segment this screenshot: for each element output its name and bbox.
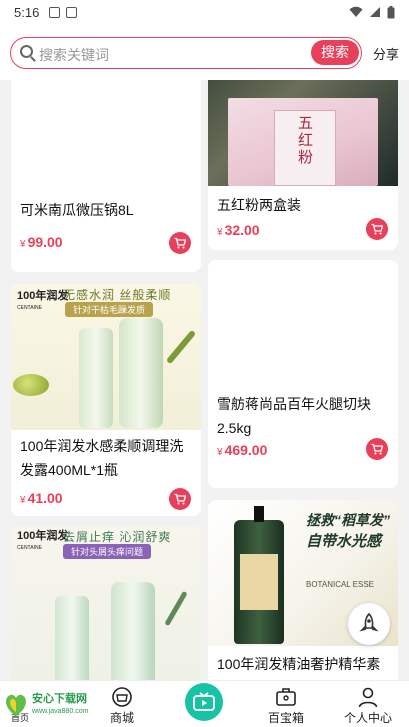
search-button[interactable]: 搜索 (311, 40, 359, 65)
leaf-icon (165, 329, 197, 365)
shampoo-bottle (55, 596, 89, 680)
search-icon (20, 45, 33, 58)
search-input[interactable]: 搜索关键词 (39, 45, 109, 65)
watermark: 安心下载网 www.java880.com (2, 686, 106, 724)
ad-slogan-2: 自带水光感 (306, 533, 382, 550)
product-card[interactable]: 100年润发 CENTAINE 无感水润 丝般柔顺 针对干枯毛躁发质 100年润发… (11, 284, 201, 516)
product-image: 100年润发 CENTAINE 去屑止痒 沁润舒爽 针对头屑头痒问题 (11, 526, 201, 680)
tab-video[interactable] (185, 683, 223, 721)
toolbox-icon (276, 688, 296, 706)
product-name: 可米南瓜微压锅8L (20, 202, 134, 218)
gift-box: 五红粉 (228, 98, 378, 186)
watermark-logo (6, 694, 26, 716)
product-name: 雪舫蒋尚品百年火腿切块2.5kg (217, 396, 371, 436)
product-image (208, 260, 398, 400)
rocket-icon (359, 613, 379, 632)
brand-logo: 100年润发 CENTAINE (17, 530, 69, 551)
product-name: 100年润发水感柔顺调理洗发露400ML*1瓶 (20, 438, 184, 478)
share-button[interactable]: 分享 (373, 44, 399, 63)
tab-profile[interactable]: 个人中心 (328, 681, 408, 727)
ad-slogan: 拯救“稻草发” (306, 512, 390, 528)
product-price: ¥32.00 (217, 222, 260, 238)
ad-subtitle: 针对头屑头痒问题 (63, 544, 152, 559)
product-name: 五红粉两盒装 (217, 197, 301, 213)
product-card[interactable]: 可米南瓜微压锅8L ¥99.00 (11, 80, 201, 272)
cart-icon (174, 237, 186, 249)
signal-icon (370, 7, 380, 17)
product-name: 100年润发精油奢护精华素 (217, 656, 381, 672)
product-image: 100年润发 CENTAINE 无感水润 丝般柔顺 针对干枯毛躁发质 (11, 284, 201, 430)
shampoo-bottle (119, 318, 163, 428)
notification-icon (49, 6, 61, 18)
tv-icon (193, 692, 215, 711)
ad-subtitle: BOTANICAL ESSE (306, 580, 375, 589)
floating-action-button[interactable] (348, 603, 390, 645)
leaf-icon (164, 590, 188, 627)
wifi-icon (349, 6, 363, 17)
tab-label: 个人中心 (343, 711, 392, 725)
olive-icon (13, 374, 49, 396)
product-price: ¥41.00 (20, 490, 63, 506)
product-card[interactable]: 雪舫蒋尚品百年火腿切块2.5kg ¥469.00 (208, 260, 398, 488)
product-price: ¥469.00 (217, 442, 268, 458)
user-icon (358, 687, 378, 708)
serum-bottle (234, 506, 284, 644)
status-bar: 5:16 (0, 0, 409, 24)
product-card[interactable]: 拯救“稻草发” 自带水光感 BOTANICAL ESSE 100年润发精油奢护精… (208, 500, 398, 680)
product-image (11, 80, 201, 190)
brand-logo: 100年润发 CENTAINE (17, 290, 69, 311)
product-price: ¥99.00 (20, 234, 63, 250)
ad-slogan: 去屑止痒 沁润舒爽 (63, 530, 172, 544)
shampoo-bottle (79, 328, 113, 428)
cart-icon (174, 493, 186, 505)
product-image: 五红粉 (208, 80, 398, 186)
add-to-cart-button[interactable] (169, 232, 191, 254)
screenshot-icon (66, 6, 78, 18)
box-label: 五红粉 (296, 115, 314, 166)
tab-label: 百宝箱 (267, 711, 304, 725)
add-to-cart-button[interactable] (366, 218, 388, 240)
cart-icon (371, 223, 383, 235)
product-feed[interactable]: 可米南瓜微压锅8L ¥99.00 五红粉 五红粉两盒装 ¥32.00 100年润… (0, 80, 409, 680)
status-time: 5:16 (14, 4, 40, 20)
top-bar: 搜索关键词 搜索 分享 (0, 24, 409, 80)
shampoo-bottle (111, 582, 155, 680)
search-bar[interactable]: 搜索关键词 搜索 (10, 37, 362, 69)
product-card[interactable]: 五红粉 五红粉两盒装 ¥32.00 (208, 80, 398, 250)
add-to-cart-button[interactable] (366, 438, 388, 460)
cart-icon (371, 443, 383, 455)
battery-icon (387, 5, 395, 18)
mall-icon (112, 687, 132, 707)
add-to-cart-button[interactable] (169, 488, 191, 510)
product-card[interactable]: 100年润发 CENTAINE 去屑止痒 沁润舒爽 针对头屑头痒问题 (11, 526, 201, 680)
tab-toolbox[interactable]: 百宝箱 (246, 681, 326, 727)
ad-subtitle: 针对干枯毛躁发质 (65, 302, 154, 317)
ad-slogan: 无感水润 丝般柔顺 (63, 288, 172, 302)
